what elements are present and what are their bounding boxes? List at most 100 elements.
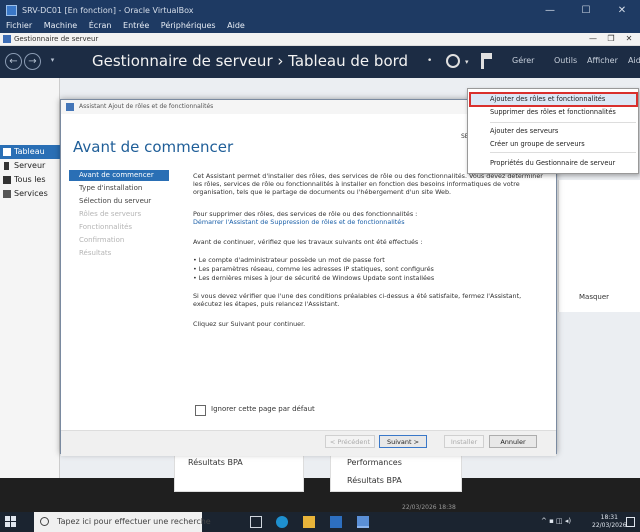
server-icon — [4, 162, 9, 170]
remove-instruction: Pour supprimer des rôles, des services d… — [193, 210, 418, 218]
step-roles-serveurs: Rôles de serveurs — [79, 210, 142, 218]
next-button[interactable]: Suivant > — [379, 435, 427, 448]
sidebar-item-label: Tous les — [14, 175, 46, 184]
wizard-window-title: Assistant Ajout de rôles et de fonctionn… — [79, 103, 214, 110]
menu-gerer[interactable]: Gérer — [512, 56, 534, 65]
step-confirmation: Confirmation — [79, 236, 125, 244]
tile-roles-left — [174, 450, 304, 492]
menu-machine[interactable]: Machine — [44, 21, 78, 30]
wizard-icon — [66, 103, 74, 111]
step-type-installation[interactable]: Type d'installation — [69, 183, 169, 194]
previous-button[interactable]: < Précédent — [325, 435, 375, 448]
menu-separator — [490, 152, 636, 153]
sidebar-item-all-servers[interactable]: Tous les — [0, 173, 60, 187]
remove-wizard-link[interactable]: Démarrer l'Assistant de Suppression de r… — [193, 218, 405, 226]
virtualbox-menu-bar: Fichier Machine Écran Entrée Périphériqu… — [0, 21, 640, 33]
tile-bpa-right[interactable]: Résultats BPA — [347, 476, 402, 485]
prereq-item: • Le compte d'administrateur possède un … — [193, 256, 385, 264]
file-explorer-icon[interactable] — [303, 516, 315, 528]
menu-item-add-servers[interactable]: Ajouter des serveurs — [468, 125, 640, 137]
windows-taskbar: Tapez ici pour effectuer une recherche ^… — [0, 512, 640, 532]
masquer-link[interactable]: Masquer — [579, 293, 609, 301]
file-services-icon — [3, 190, 11, 198]
step-resultats: Résultats — [79, 249, 112, 257]
close-icon[interactable]: ✕ — [604, 0, 640, 22]
step-selection-serveur[interactable]: Sélection du serveur — [69, 196, 169, 207]
menu-outils[interactable]: Outils — [554, 56, 577, 65]
edge-browser-icon[interactable] — [276, 516, 288, 528]
servers-icon — [3, 176, 11, 184]
sm-maximize-icon[interactable]: ❐ — [602, 33, 620, 46]
refresh-icon[interactable] — [446, 54, 460, 68]
menu-fichier[interactable]: Fichier — [6, 21, 32, 30]
maximize-icon[interactable]: ☐ — [568, 0, 604, 22]
search-placeholder: Tapez ici pour effectuer une recherche — [57, 517, 211, 526]
prereq-intro: Avant de continuer, vérifiez que les tra… — [193, 238, 423, 246]
prereq-item: • Les paramètres réseau, comme les adres… — [193, 265, 434, 273]
taskbar-clock[interactable]: 18:31 22/03/2026 — [592, 514, 627, 530]
tile-bpa-left[interactable]: Résultats BPA — [188, 458, 243, 467]
sidebar-item-local-server[interactable]: Serveur — [0, 159, 60, 173]
menu-item-remove-roles[interactable]: Supprimer des rôles et fonctionnalités — [468, 106, 640, 118]
system-tray-icons[interactable]: ^ ▪ ◫ ◂) — [541, 517, 571, 525]
menu-aide-sm[interactable]: Aide — [628, 56, 640, 65]
sidebar-item-label: Tableau — [14, 147, 45, 156]
tile-performances[interactable]: Performances — [347, 458, 402, 467]
taskbar-search-box[interactable]: Tapez ici pour effectuer une recherche — [34, 512, 211, 532]
cancel-button[interactable]: Annuler — [489, 435, 537, 448]
sidebar-item-label: Services — [14, 189, 48, 198]
minimize-icon[interactable]: — — [532, 0, 568, 22]
menu-ecran[interactable]: Écran — [89, 21, 112, 30]
intro-paragraph: Cet Assistant permet d'installer des rôl… — [193, 172, 543, 197]
wizard-taskbar-icon[interactable] — [357, 516, 369, 528]
install-button[interactable]: Installer — [444, 435, 484, 448]
dashboard-icon — [3, 148, 11, 156]
server-manager-icon — [3, 35, 11, 43]
skip-page-checkbox[interactable] — [195, 405, 206, 416]
sm-close-icon[interactable]: ✕ — [620, 33, 638, 46]
clock-time: 18:31 — [600, 514, 618, 521]
sidebar-item-label: Serveur — [14, 161, 46, 170]
menu-aide[interactable]: Aide — [227, 21, 245, 30]
menu-peripheriques[interactable]: Périphériques — [161, 21, 216, 30]
menu-separator — [490, 122, 636, 123]
windows-start-icon[interactable] — [5, 516, 17, 528]
nav-dropdown-icon[interactable]: ▾ — [44, 53, 61, 70]
step-avant-de-commencer[interactable]: Avant de commencer — [69, 170, 169, 181]
prereq-note: Si vous devez vérifier que l'une des con… — [193, 292, 522, 309]
wizard-heading: Avant de commencer — [73, 138, 234, 156]
breadcrumb-dot-icon: • — [427, 56, 433, 66]
prereq-item: • Les dernières mises à jour de sécurité… — [193, 274, 435, 282]
skip-page-label: Ignorer cette page par défaut — [211, 405, 315, 413]
forward-arrow-icon[interactable]: → — [24, 53, 41, 70]
back-arrow-icon[interactable]: ← — [5, 53, 22, 70]
menu-entree[interactable]: Entrée — [123, 21, 149, 30]
sidebar-item-file-services[interactable]: Services — [0, 187, 60, 201]
server-manager-taskbar-icon[interactable] — [330, 516, 342, 528]
server-manager-header: ← → ▾ Gestionnaire de serveur › Tableau … — [0, 46, 640, 78]
menu-item-add-roles[interactable]: Ajouter des rôles et fonctionnalités — [468, 93, 640, 105]
tile-roles-right — [330, 450, 462, 492]
virtualbox-title-bar: SRV-DC01 [En fonction] - Oracle VirtualB… — [0, 0, 640, 22]
sidebar-item-dashboard[interactable]: Tableau — [0, 145, 60, 159]
step-fonctionnalites: Fonctionnalités — [79, 223, 133, 231]
page-title: Gestionnaire de serveur › Tableau de bor… — [92, 52, 409, 70]
virtualbox-window-title: SRV-DC01 [En fonction] - Oracle VirtualB… — [22, 6, 194, 15]
clock-date: 22/03/2026 — [592, 522, 627, 529]
refresh-dropdown-icon[interactable]: ▾ — [465, 58, 469, 66]
tile-timestamp: 22/03/2026 18:38 — [402, 504, 456, 511]
notification-center-icon[interactable] — [626, 517, 635, 527]
server-manager-sidebar: Tableau Serveur Tous les Services — [0, 78, 60, 478]
notification-flag-icon[interactable] — [481, 53, 492, 69]
continue-instruction: Cliquez sur Suivant pour continuer. — [193, 320, 306, 328]
menu-afficher[interactable]: Afficher — [587, 56, 618, 65]
search-icon — [40, 517, 49, 526]
menu-item-properties[interactable]: Propriétés du Gestionnaire de serveur — [468, 157, 640, 169]
menu-item-create-group[interactable]: Créer un groupe de serveurs — [468, 138, 640, 150]
gerer-dropdown-menu: Ajouter des rôles et fonctionnalités Sup… — [467, 88, 639, 174]
server-manager-title-bar: Gestionnaire de serveur — ❐ ✕ — [0, 33, 640, 46]
virtualbox-logo-icon — [6, 5, 17, 16]
sm-minimize-icon[interactable]: — — [584, 33, 602, 46]
wizard-steps-nav: Avant de commencer Type d'installation S… — [61, 170, 171, 380]
task-view-icon[interactable] — [250, 516, 262, 528]
